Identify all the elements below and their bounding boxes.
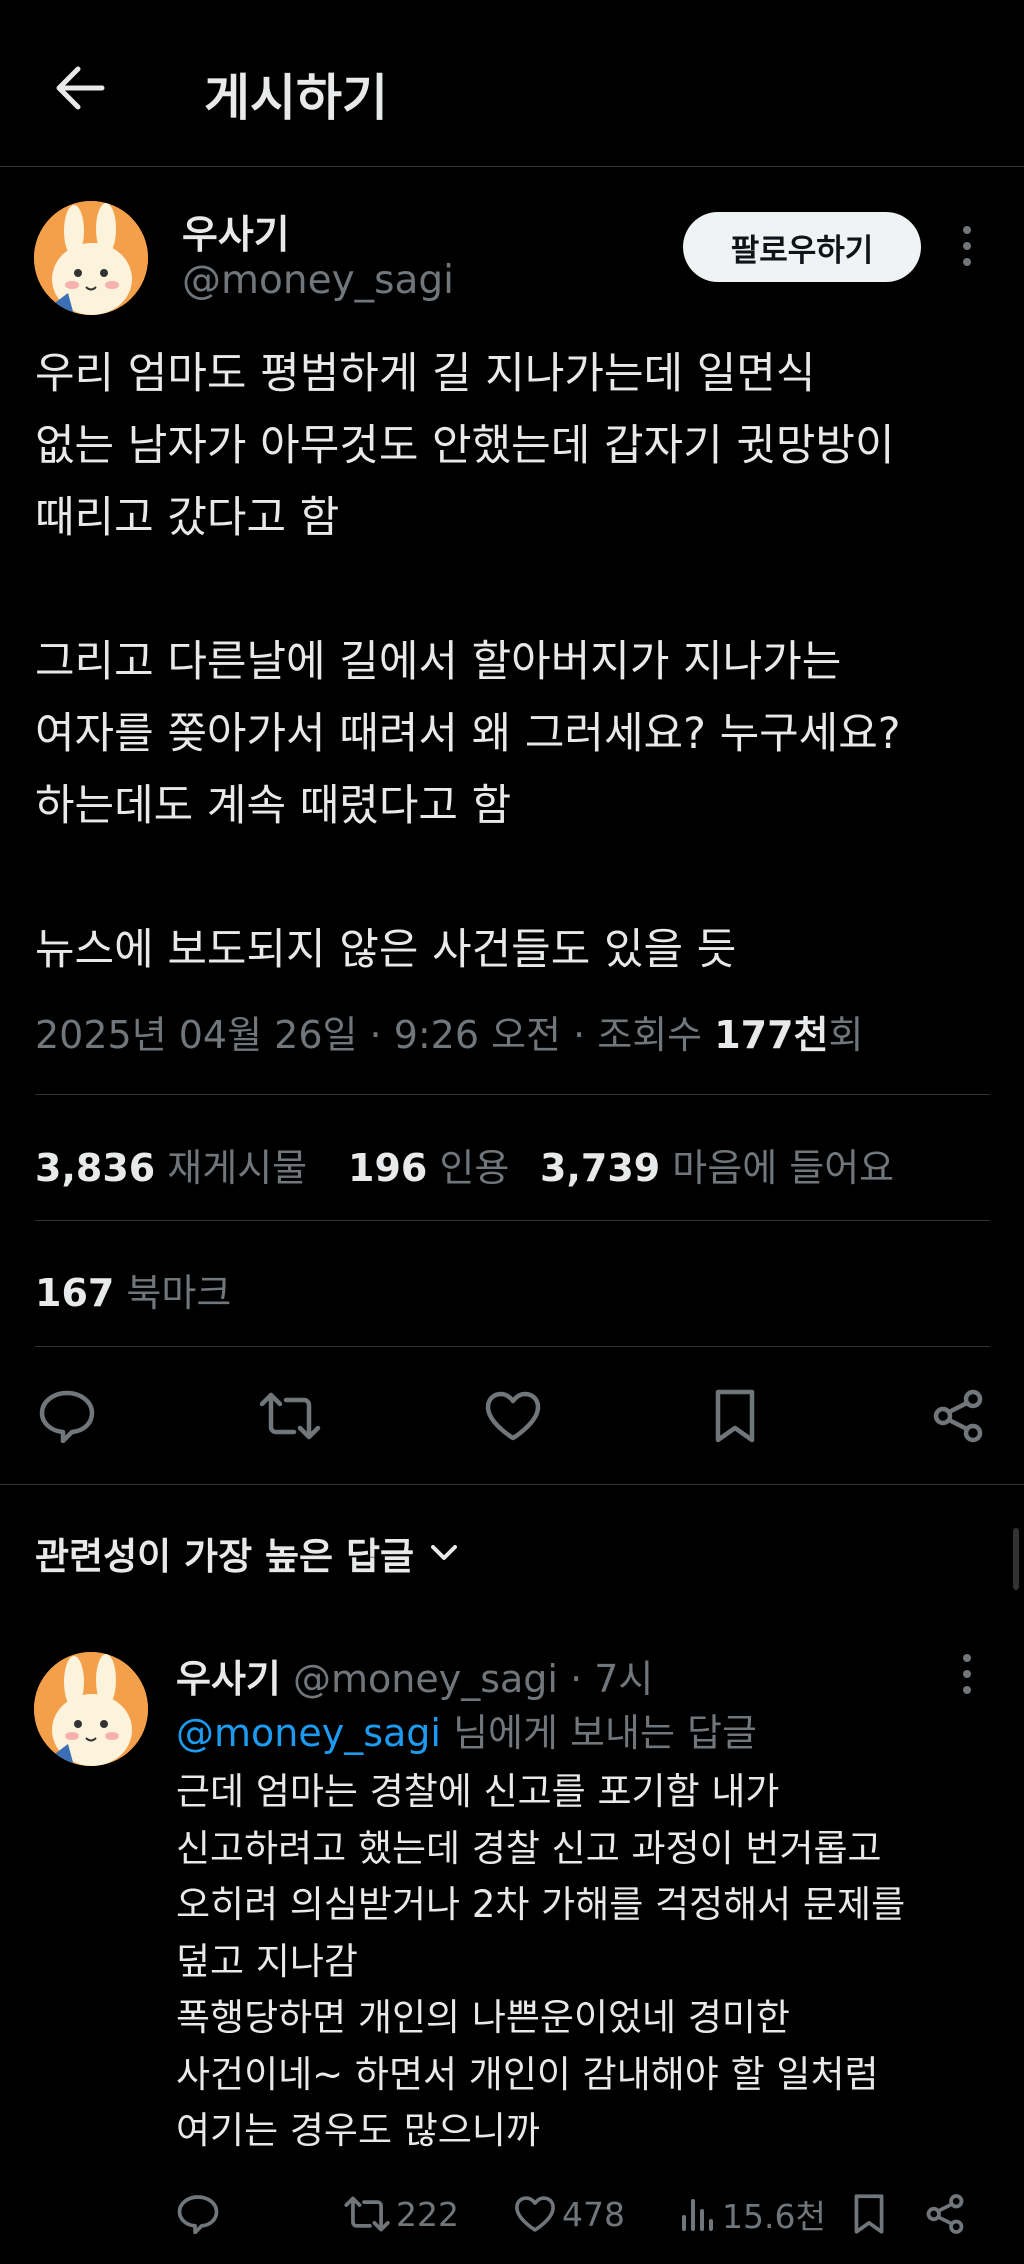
reply-views[interactable]: 15.6천 bbox=[678, 2184, 826, 2244]
bookmarks-label: 북마크 bbox=[126, 1271, 232, 1315]
avatar[interactable] bbox=[34, 201, 148, 315]
likes-count: 3,739 bbox=[540, 1146, 661, 1190]
page-title: 게시하기 bbox=[204, 69, 388, 127]
share-icon bbox=[926, 2194, 964, 2234]
bookmark-icon bbox=[854, 2194, 884, 2234]
share-icon[interactable] bbox=[926, 1384, 990, 1448]
post-text: 우리 엄마도 평범하게 길 지나가는데 일면식 없는 남자가 아무것도 안했는데… bbox=[35, 338, 995, 986]
chevron-down-icon bbox=[431, 1545, 458, 1560]
reply-to-mention[interactable]: @money_sagi bbox=[176, 1711, 441, 1755]
view-count: 177천 bbox=[714, 1013, 829, 1057]
reply-body: 근데 엄마는 경찰에 신고를 포기함 내가 신고하려고 했는데 경찰 신고 과정… bbox=[176, 1770, 906, 2152]
divider bbox=[35, 1094, 990, 1095]
like-heart-icon bbox=[515, 2196, 555, 2232]
views-chart-icon bbox=[682, 2199, 713, 2231]
reply-header: 우사기 @money_sagi · 7시 bbox=[176, 1648, 653, 1703]
divider bbox=[35, 1346, 990, 1347]
reply-icon bbox=[177, 2195, 219, 2234]
top-bar bbox=[0, 0, 1024, 167]
reply-to-suffix: 님에게 보내는 답글 bbox=[440, 1711, 757, 1755]
quotes-count: 196 bbox=[348, 1146, 428, 1190]
post-paragraph: 그리고 다른날에 길에서 할아버지가 지나가는 여자를 쫒아가서 때려서 왜 그… bbox=[35, 637, 901, 831]
likes-stat[interactable]: 3,739 마음에 들어요 bbox=[540, 1137, 894, 1192]
repost-icon[interactable] bbox=[258, 1384, 322, 1448]
likes-label: 마음에 들어요 bbox=[672, 1146, 895, 1190]
post-date[interactable]: 2025년 04월 26일 · 9:26 오전 · 조회수 bbox=[35, 1013, 714, 1057]
reply-author-handle[interactable]: @money_sagi bbox=[293, 1657, 558, 1701]
reply-to-line: @money_sagi 님에게 보내는 답글 bbox=[176, 1702, 757, 1757]
back-arrow-icon[interactable] bbox=[52, 60, 108, 116]
bookmarks-count: 167 bbox=[35, 1271, 115, 1315]
more-options-icon[interactable] bbox=[960, 224, 974, 268]
quotes-stat[interactable]: 196 인용 bbox=[348, 1137, 509, 1192]
reply-avatar[interactable] bbox=[34, 1652, 148, 1766]
replies-sort-dropdown[interactable]: 관련성이 가장 높은 답글 bbox=[35, 1526, 460, 1580]
reposts-label: 재게시물 bbox=[167, 1146, 308, 1190]
reply-text: 근데 엄마는 경찰에 신고를 포기함 내가 신고하려고 했는데 경찰 신고 과정… bbox=[176, 1764, 976, 2160]
reply-icon[interactable] bbox=[35, 1384, 99, 1448]
reply-like-count: 478 bbox=[562, 2194, 625, 2234]
repost-icon bbox=[344, 2196, 390, 2232]
quotes-label: 인용 bbox=[439, 1146, 510, 1190]
view-suffix: 회 bbox=[828, 1013, 864, 1057]
reply-repost-count: 222 bbox=[396, 2194, 459, 2234]
reply-author-name[interactable]: 우사기 bbox=[176, 1657, 281, 1701]
reply-reply-button[interactable] bbox=[176, 2184, 220, 2244]
divider bbox=[35, 1220, 990, 1221]
follow-button[interactable]: 팔로우하기 bbox=[683, 212, 921, 282]
bookmarks-stat[interactable]: 167 북마크 bbox=[35, 1262, 231, 1317]
replies-sort-label: 관련성이 가장 높은 답글 bbox=[35, 1535, 415, 1578]
reply-time[interactable]: · 7시 bbox=[570, 1657, 653, 1701]
post-paragraph: 우리 엄마도 평범하게 길 지나가는데 일면식 없는 남자가 아무것도 안했는데… bbox=[35, 349, 895, 543]
author-name[interactable]: 우사기 bbox=[182, 204, 290, 260]
reply-view-count: 15.6천 bbox=[722, 2197, 826, 2236]
author-handle[interactable]: @money_sagi bbox=[182, 258, 454, 303]
reply-share-button[interactable] bbox=[924, 2184, 966, 2244]
post-paragraph: 뉴스에 보도되지 않은 사건들도 있을 듯 bbox=[35, 925, 737, 975]
scrollbar-thumb[interactable] bbox=[1013, 1528, 1019, 1590]
reply-repost-button[interactable]: 222 bbox=[344, 2184, 459, 2244]
reply-more-options-icon[interactable] bbox=[960, 1652, 974, 1696]
section-divider bbox=[0, 1484, 1024, 1485]
post-meta: 2025년 04월 26일 · 9:26 오전 · 조회수 177천회 bbox=[35, 1004, 864, 1059]
like-heart-icon[interactable] bbox=[481, 1384, 545, 1448]
reposts-stat[interactable]: 3,836 재게시물 bbox=[35, 1137, 307, 1192]
post-action-bar bbox=[35, 1374, 990, 1458]
reply-bookmark-button[interactable] bbox=[852, 2184, 886, 2244]
reposts-count: 3,836 bbox=[35, 1146, 156, 1190]
reply-like-button[interactable]: 478 bbox=[514, 2184, 625, 2244]
reply-action-bar: 222 478 15.6천 bbox=[176, 2184, 976, 2244]
bookmark-icon[interactable] bbox=[703, 1384, 767, 1448]
